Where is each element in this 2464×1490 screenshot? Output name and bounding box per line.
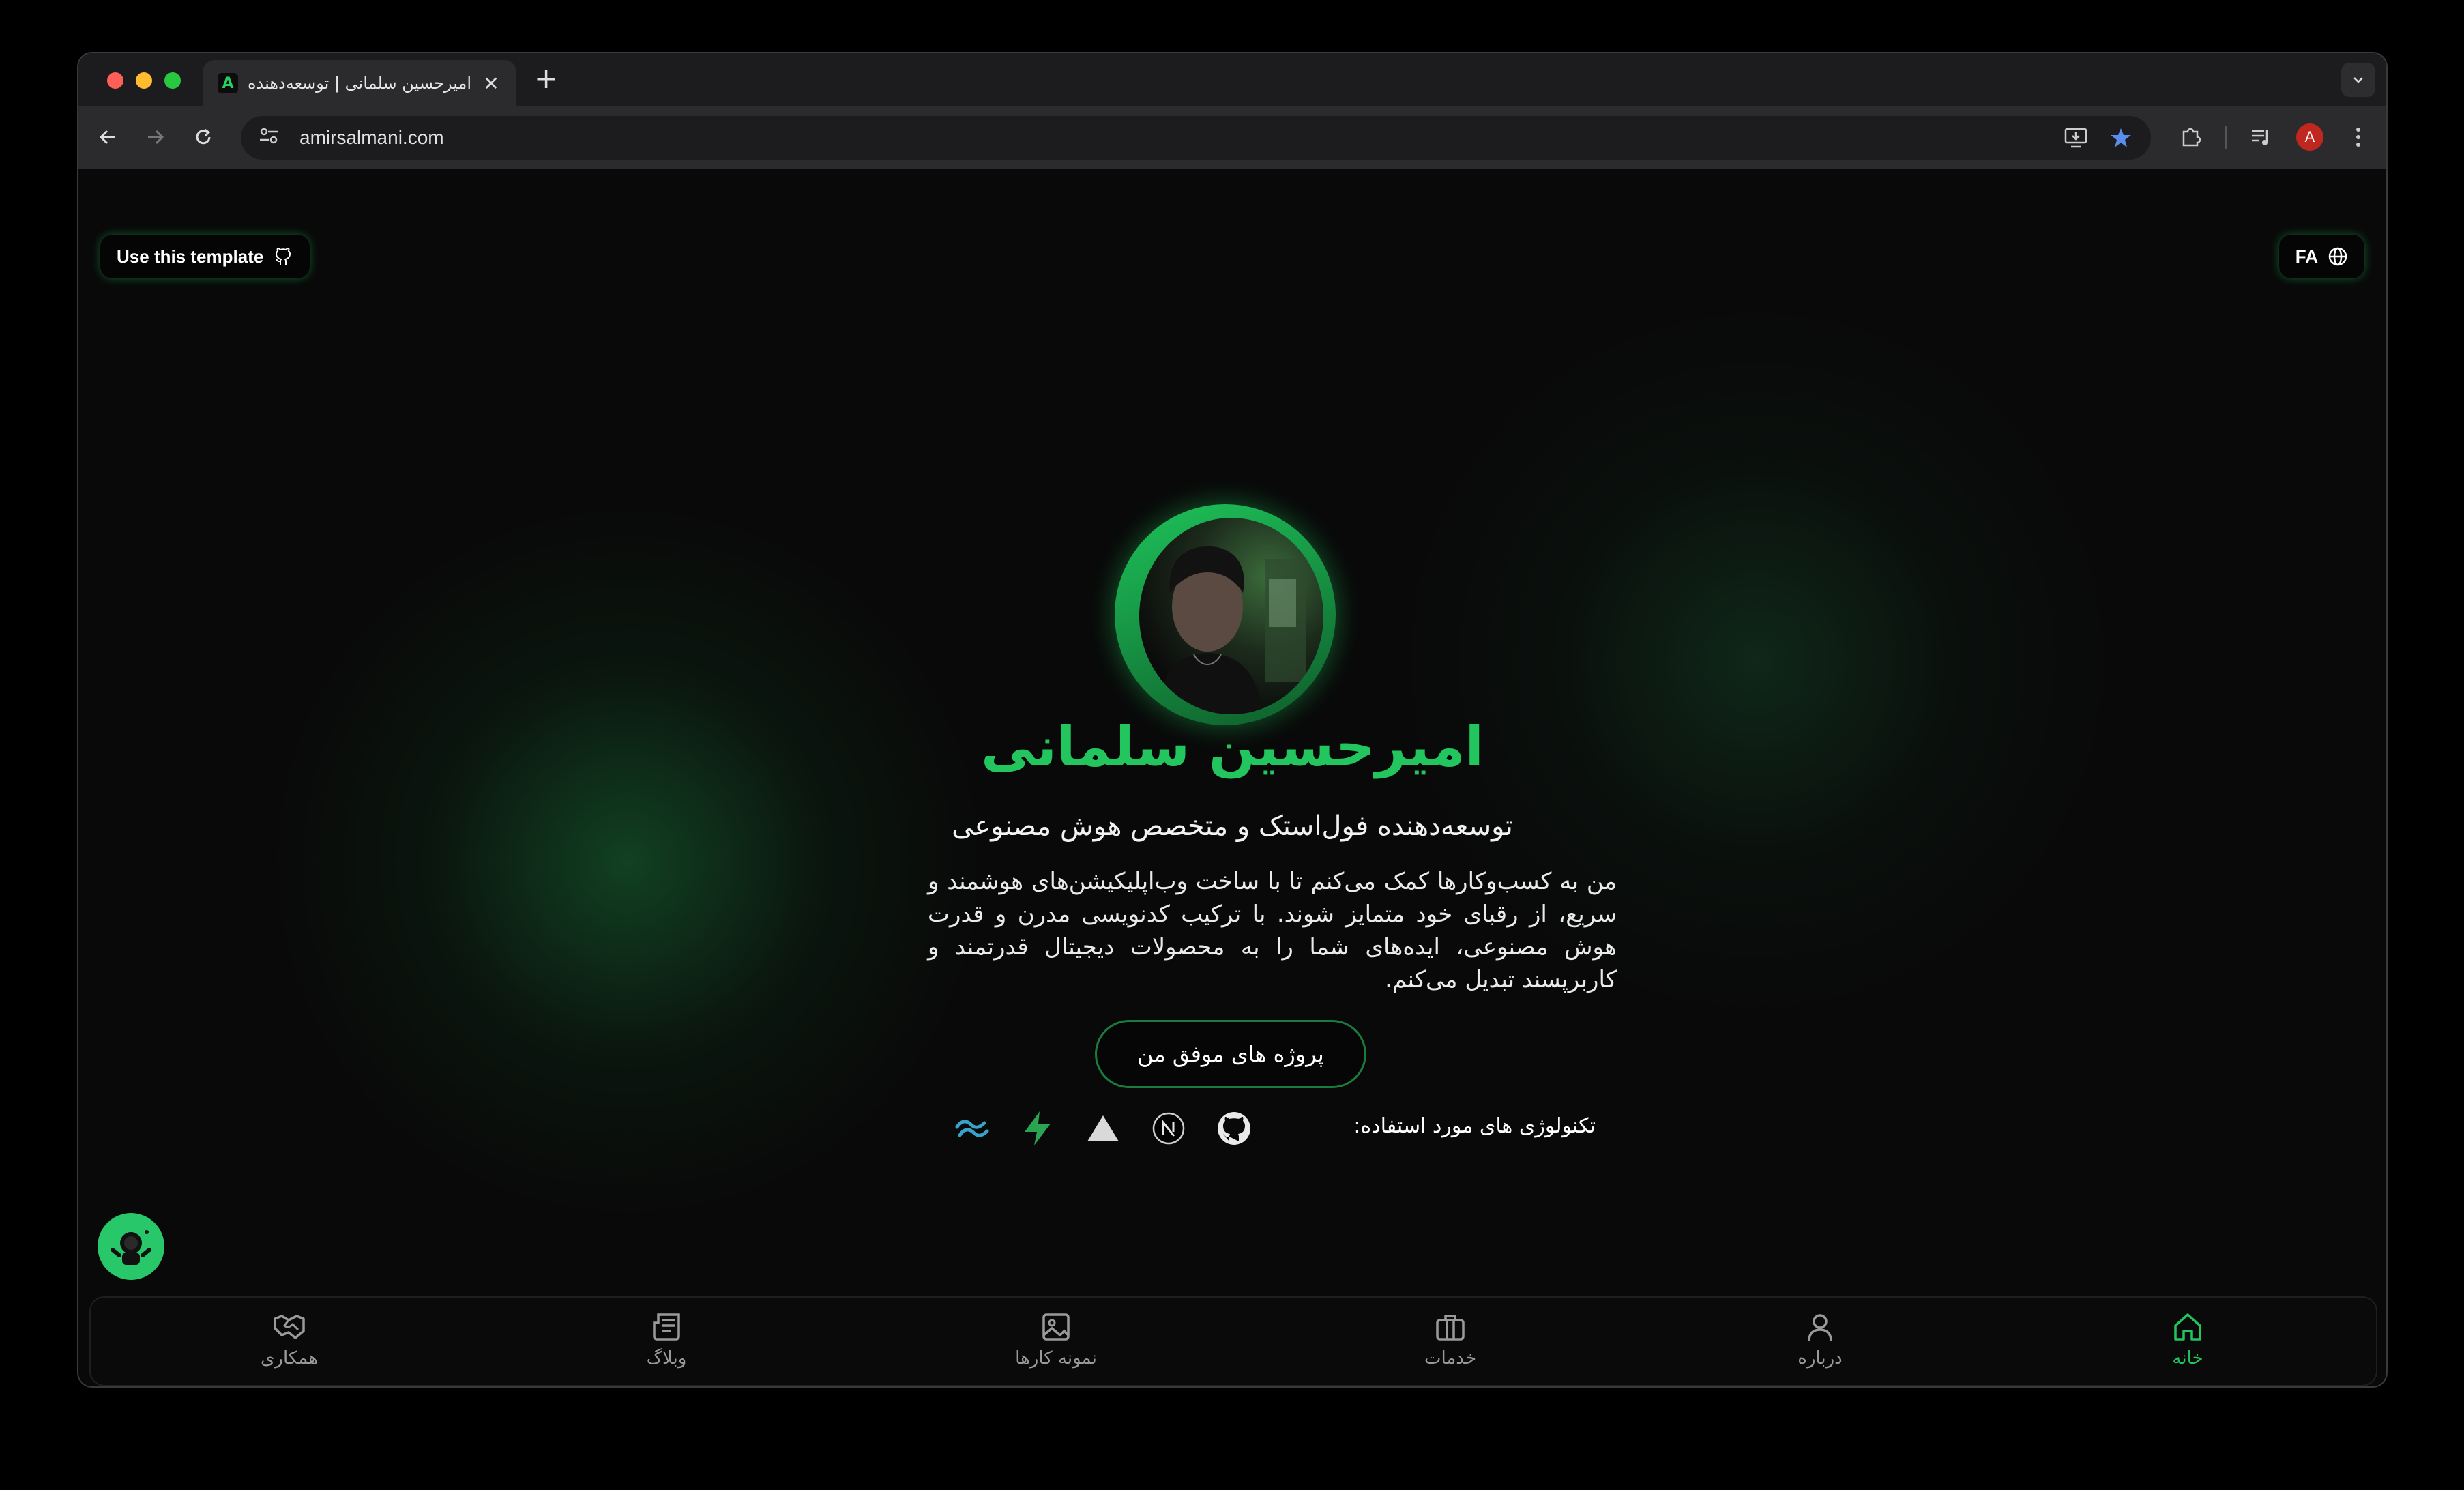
supabase-icon[interactable] (1018, 1109, 1057, 1148)
bottom-navigation: خانه درباره خدمات نمونه کارها وبلاگ همکا… (89, 1296, 2377, 1386)
back-arrow-icon[interactable] (92, 121, 123, 153)
nav-label-blog: وبلاگ (646, 1348, 687, 1369)
reload-icon[interactable] (188, 121, 219, 153)
nav-item-services[interactable]: خدمات (1382, 1310, 1519, 1369)
url-text: amirsalmani.com (299, 127, 444, 148)
nav-label-collaboration: همکاری (261, 1348, 318, 1369)
nextjs-icon[interactable] (1149, 1109, 1188, 1148)
image-icon (1039, 1310, 1073, 1344)
hero-name: امیرحسین سلمانی (981, 715, 1484, 778)
github-icon[interactable] (1215, 1109, 1253, 1148)
briefcase-icon (1433, 1310, 1467, 1344)
browser-menu-kebab-icon[interactable] (2344, 121, 2373, 153)
site-info-icon[interactable] (259, 127, 286, 149)
bookmark-star-icon[interactable] (2107, 124, 2135, 151)
github-icon (273, 246, 293, 267)
profile-avatar[interactable]: A (2296, 123, 2323, 151)
page-viewport: Use this template FA امیرحسین سلمانی توس… (78, 169, 2386, 1386)
hero-bio: من به کسب‌وکارها کمک می‌کنم تا با ساخت و… (928, 868, 1617, 993)
extensions-puzzle-icon[interactable] (2176, 121, 2205, 153)
user-icon (1803, 1310, 1837, 1344)
browser-tab[interactable]: A امیرحسین سلمانی | توسعه‌دهنده فول‌استک… (203, 60, 516, 106)
tab-bar: A امیرحسین سلمانی | توسعه‌دهنده فول‌استک… (78, 53, 2386, 106)
zoom-window-button[interactable] (164, 72, 181, 89)
use-template-label: Use this template (117, 246, 264, 267)
projects-cta-button[interactable]: پروژه های موفق من (1095, 1020, 1366, 1088)
window-controls (107, 72, 181, 89)
globe-icon (2328, 246, 2348, 267)
use-template-button[interactable]: Use this template (100, 235, 310, 278)
astronaut-mascot-button[interactable] (98, 1213, 164, 1280)
hero-subtitle: توسعه‌دهنده فول‌استک و متخصص هوش مصنوعی (952, 810, 1513, 842)
forward-arrow-icon[interactable] (140, 121, 171, 153)
nav-item-portfolio[interactable]: نمونه کارها (988, 1310, 1124, 1369)
tab-favicon-icon: A (218, 73, 238, 93)
tech-stack-label: تکنولوژی های مورد استفاده: (1353, 1114, 1596, 1138)
language-label: FA (2295, 246, 2318, 267)
minimize-window-button[interactable] (136, 72, 152, 89)
nav-label-portfolio: نمونه کارها (1015, 1348, 1097, 1369)
tab-title: امیرحسین سلمانی | توسعه‌دهنده فول‌استک (248, 74, 471, 93)
new-tab-button[interactable]: + (534, 64, 558, 93)
vercel-icon[interactable] (1084, 1109, 1122, 1148)
nav-item-collaboration[interactable]: همکاری (221, 1310, 357, 1369)
nav-label-services: خدمات (1424, 1348, 1477, 1369)
browser-toolbar: amirsalmani.com A (78, 106, 2386, 169)
nav-label-home: خانه (2172, 1348, 2203, 1369)
profile-photo (1139, 518, 1323, 714)
nav-item-blog[interactable]: وبلاگ (598, 1310, 735, 1369)
nav-item-home[interactable]: خانه (2120, 1310, 2256, 1369)
newspaper-icon (649, 1310, 684, 1344)
media-controls-icon[interactable] (2247, 121, 2276, 153)
handshake-icon (272, 1310, 306, 1344)
language-switch-button[interactable]: FA (2278, 235, 2364, 278)
close-window-button[interactable] (107, 72, 123, 89)
tab-close-icon[interactable]: ✕ (481, 72, 501, 95)
home-icon (2171, 1310, 2205, 1344)
tab-search-chevron-icon[interactable] (2341, 63, 2375, 97)
nav-label-about: درباره (1798, 1348, 1843, 1369)
browser-window: A امیرحسین سلمانی | توسعه‌دهنده فول‌استک… (77, 52, 2388, 1388)
toolbar-divider (2225, 126, 2227, 149)
profile-photo-frame (1115, 504, 1336, 725)
install-app-icon[interactable] (2062, 124, 2089, 151)
nav-item-about[interactable]: درباره (1752, 1310, 1888, 1369)
tailwind-icon[interactable] (953, 1109, 991, 1148)
address-bar[interactable]: amirsalmani.com (241, 116, 2151, 160)
